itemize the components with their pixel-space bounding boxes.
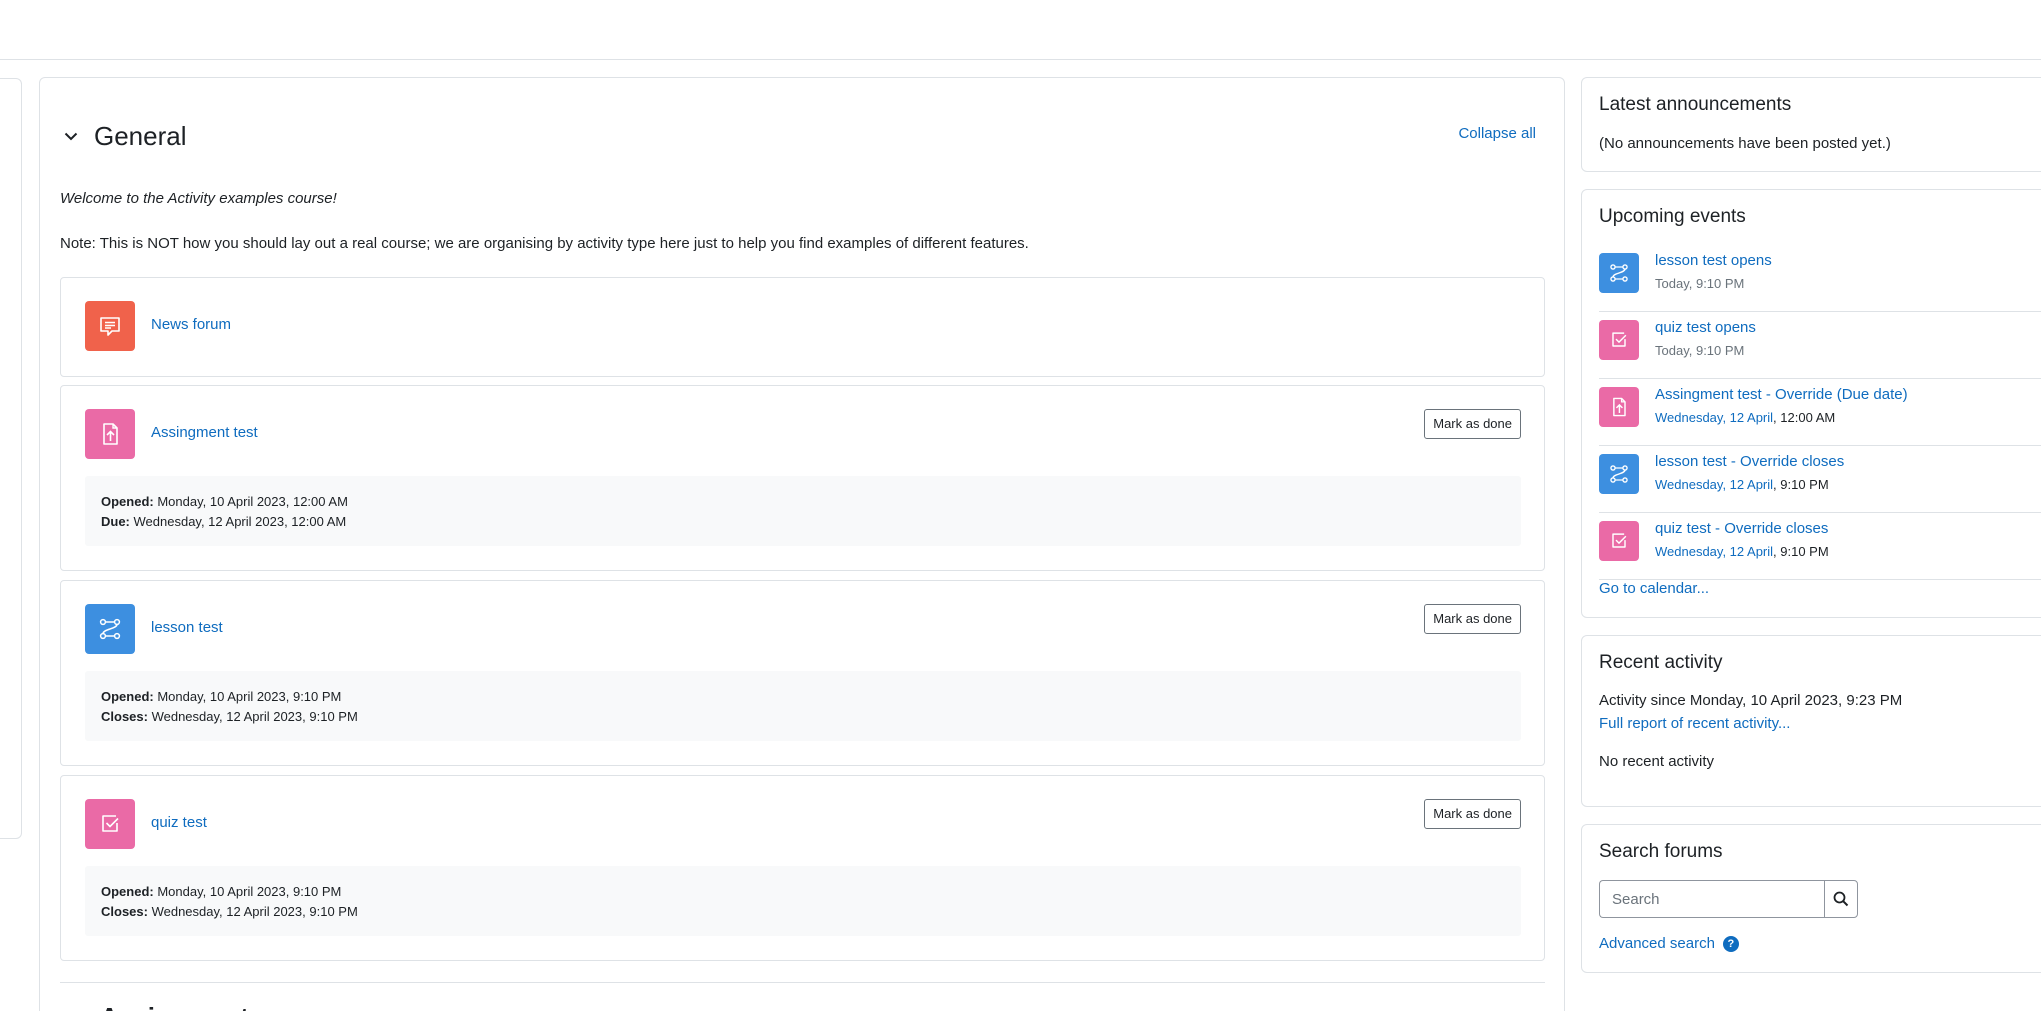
block-upcoming-events: Upcoming events lesson test opens Today,… xyxy=(1581,189,2041,618)
block-title: Upcoming events xyxy=(1599,206,1746,227)
date-label: Opened: xyxy=(101,884,154,899)
block-latest-announcements: Latest announcements (No announcements h… xyxy=(1581,77,2041,172)
go-to-calendar-link[interactable]: Go to calendar... xyxy=(1599,580,1709,597)
block-title: Search forums xyxy=(1599,841,1723,862)
news-forum-link[interactable]: News forum xyxy=(151,316,231,333)
event-date-link[interactable]: Wednesday, 12 April xyxy=(1655,544,1773,559)
advanced-search-link[interactable]: Advanced search xyxy=(1599,935,1715,952)
help-icon[interactable]: ? xyxy=(1722,935,1739,952)
forum-icon xyxy=(85,301,135,351)
activity-dates: Opened: Monday, 10 April 2023, 9:10 PM C… xyxy=(85,671,1521,741)
event-date: Today xyxy=(1655,343,1689,358)
full-report-link[interactable]: Full report of recent activity... xyxy=(1599,715,1790,732)
block-recent-activity: Recent activity Activity since Monday, 1… xyxy=(1581,635,2041,807)
search-input[interactable] xyxy=(1599,880,1824,918)
date-line: Due: Wednesday, 12 April 2023, 12:00 AM xyxy=(101,512,1505,532)
search-form xyxy=(1599,880,1858,918)
course-index-drawer[interactable] xyxy=(0,78,22,839)
event-time: Today, 9:10 PM xyxy=(1655,343,1744,358)
date-label: Closes: xyxy=(101,903,148,919)
quiz-icon xyxy=(1599,521,1639,561)
event-time: Today, 9:10 PM xyxy=(1655,276,1744,291)
date-value: Monday, 10 April 2023, 12:00 AM xyxy=(153,494,348,509)
activity-dates: Opened: Monday, 10 April 2023, 12:00 AM … xyxy=(85,476,1521,546)
event-time: Wednesday, 12 April, 12:00 AM xyxy=(1655,410,1835,425)
block-search-forums: Search forums Advanced search ? xyxy=(1581,824,2041,973)
date-value: Wednesday, 12 April 2023, 9:10 PM xyxy=(147,903,358,919)
event-item: lesson test opens Today, 9:10 PM xyxy=(1599,245,2041,312)
advanced-search-row: Advanced search ? xyxy=(1599,935,1739,952)
event-link[interactable]: Assingment test - Override (Due date) xyxy=(1655,386,1908,403)
section-title: General xyxy=(94,120,187,151)
event-link[interactable]: lesson test opens xyxy=(1655,252,1772,269)
activity-lesson: lesson test Mark as done Opened: Monday,… xyxy=(60,580,1545,766)
mark-as-done-button[interactable]: Mark as done xyxy=(1424,799,1521,829)
event-time: Wednesday, 12 April, 9:10 PM xyxy=(1655,544,1829,559)
date-label: Closes: xyxy=(101,708,148,724)
event-link[interactable]: quiz test - Override closes xyxy=(1655,520,1828,537)
event-clock: , 9:10 PM xyxy=(1773,477,1829,492)
block-title: Recent activity xyxy=(1599,652,1723,673)
announcements-empty-text: (No announcements have been posted yet.) xyxy=(1599,135,1891,152)
collapse-all-link[interactable]: Collapse all xyxy=(1458,125,1536,142)
search-button[interactable] xyxy=(1824,880,1858,918)
date-line: Closes: Wednesday, 12 April 2023, 9:10 P… xyxy=(101,707,1505,727)
assignment-icon xyxy=(85,409,135,459)
date-line: Opened: Monday, 10 April 2023, 9:10 PM xyxy=(101,882,1505,902)
event-item: lesson test - Override closes Wednesday,… xyxy=(1599,446,2041,513)
event-clock: , 12:00 AM xyxy=(1773,410,1836,425)
date-value: Monday, 10 April 2023, 9:10 PM xyxy=(153,884,342,899)
date-label: Opened: xyxy=(101,689,154,704)
event-clock: , 9:10 PM xyxy=(1688,343,1745,358)
chevron-down-icon[interactable] xyxy=(60,125,82,147)
activity-since-text: Activity since Monday, 10 April 2023, 9:… xyxy=(1599,692,1903,709)
event-link[interactable]: quiz test opens xyxy=(1655,319,1756,336)
assignment-icon xyxy=(1599,387,1639,427)
lesson-link[interactable]: lesson test xyxy=(151,619,223,636)
quiz-icon xyxy=(1599,320,1639,360)
event-time: Wednesday, 12 April, 9:10 PM xyxy=(1655,477,1829,492)
activity-quiz: quiz test Mark as done Opened: Monday, 1… xyxy=(60,775,1545,961)
date-line: Opened: Monday, 10 April 2023, 12:00 AM xyxy=(101,492,1505,512)
quiz-icon xyxy=(85,799,135,849)
lesson-icon xyxy=(1599,253,1639,293)
activity-dates: Opened: Monday, 10 April 2023, 9:10 PM C… xyxy=(85,866,1521,936)
next-section-title: Assignments xyxy=(100,1002,263,1011)
mark-as-done-button[interactable]: Mark as done xyxy=(1424,409,1521,439)
event-date-link[interactable]: Wednesday, 12 April xyxy=(1655,477,1773,492)
section-divider xyxy=(60,982,1545,983)
event-clock: , 9:10 PM xyxy=(1773,544,1829,559)
event-item: Assingment test - Override (Due date) We… xyxy=(1599,379,2041,446)
lesson-icon xyxy=(85,604,135,654)
block-title: Latest announcements xyxy=(1599,94,1792,115)
date-label: Opened: xyxy=(101,494,154,509)
date-value: Wednesday, 12 April 2023, 9:10 PM xyxy=(147,708,358,724)
course-note-text: Note: This is NOT how you should lay out… xyxy=(60,235,1029,252)
date-value: Monday, 10 April 2023, 9:10 PM xyxy=(153,689,342,704)
event-date-link[interactable]: Wednesday, 12 April xyxy=(1655,410,1773,425)
event-item: quiz test - Override closes Wednesday, 1… xyxy=(1599,513,2041,580)
course-section-general: General Collapse all Welcome to the Acti… xyxy=(39,77,1565,1011)
activity-assignment: Assingment test Mark as done Opened: Mon… xyxy=(60,385,1545,571)
event-date: Today xyxy=(1655,276,1689,291)
lesson-icon xyxy=(1599,454,1639,494)
date-label: Due: xyxy=(101,513,130,529)
top-navbar xyxy=(0,0,2041,60)
date-value: Wednesday, 12 April 2023, 12:00 AM xyxy=(129,513,347,529)
date-line: Opened: Monday, 10 April 2023, 9:10 PM xyxy=(101,687,1505,707)
search-icon xyxy=(1833,891,1849,907)
assignment-link[interactable]: Assingment test xyxy=(151,424,258,441)
activity-news-forum: News forum xyxy=(60,277,1545,377)
event-item: quiz test opens Today, 9:10 PM xyxy=(1599,312,2041,379)
course-welcome-text: Welcome to the Activity examples course! xyxy=(60,190,337,207)
date-line: Closes: Wednesday, 12 April 2023, 9:10 P… xyxy=(101,902,1505,922)
event-link[interactable]: lesson test - Override closes xyxy=(1655,453,1844,470)
quiz-link[interactable]: quiz test xyxy=(151,814,207,831)
section-header: General xyxy=(60,116,187,156)
no-recent-activity-text: No recent activity xyxy=(1599,753,1715,770)
event-clock: , 9:10 PM xyxy=(1688,276,1745,291)
mark-as-done-button[interactable]: Mark as done xyxy=(1424,604,1521,634)
